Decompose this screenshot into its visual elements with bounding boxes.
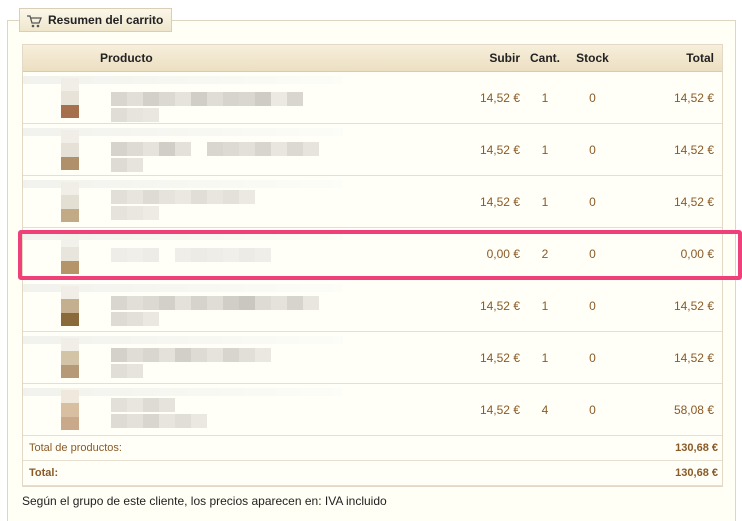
price-cell: 14,52 € <box>479 142 520 157</box>
product-thumbnail <box>61 286 79 326</box>
product-name-blurred <box>111 142 319 156</box>
qty-cell: 4 <box>541 402 549 417</box>
product-thumbnail <box>61 182 79 222</box>
col-total: Total <box>686 51 714 65</box>
col-stock: Stock <box>576 51 609 65</box>
product-name-blurred <box>111 190 255 204</box>
qty-cell: 2 <box>541 246 549 261</box>
qty-cell: 1 <box>541 142 549 157</box>
products-total-label: Total de productos: <box>29 442 122 454</box>
price-cell: 14,52 € <box>479 90 520 105</box>
cart-icon <box>26 13 42 28</box>
price-cell: 14,52 € <box>479 298 520 313</box>
stock-cell: 0 <box>589 90 596 105</box>
total-cell: 14,52 € <box>673 298 714 313</box>
total-cell: 0,00 € <box>680 246 714 261</box>
price-cell: 14,52 € <box>479 402 520 417</box>
product-name-blurred <box>111 92 303 106</box>
price-cell: 0,00 € <box>486 246 520 261</box>
product-thumbnail <box>61 234 79 274</box>
qty-cell: 1 <box>541 298 549 313</box>
stock-cell: 0 <box>589 246 596 261</box>
product-thumbnail <box>61 130 79 170</box>
product-cell <box>23 72 438 123</box>
table-row[interactable]: 14,52 € 1 0 14,52 € <box>23 332 722 384</box>
grand-total-label: Total: <box>29 467 59 479</box>
product-cell <box>23 228 438 279</box>
product-thumbnail <box>61 78 79 118</box>
products-total-row: Total de productos: 130,68 € <box>23 436 722 461</box>
product-cell <box>23 176 438 227</box>
product-cell <box>23 124 438 175</box>
col-product: Producto <box>100 51 153 65</box>
qty-cell: 1 <box>541 90 549 105</box>
product-name-blurred <box>111 296 319 310</box>
col-qty: Cant. <box>530 51 560 65</box>
total-cell: 14,52 € <box>673 194 714 209</box>
stock-cell: 0 <box>589 194 596 209</box>
qty-cell: 1 <box>541 194 549 209</box>
product-cell <box>23 384 438 435</box>
grand-total-row: Total: 130,68 € <box>23 461 722 486</box>
cart-table: Producto Subir Cant. Stock Total 14,52 €… <box>22 44 723 487</box>
product-cell <box>23 332 438 383</box>
product-cell <box>23 280 438 331</box>
table-row[interactable]: 0,00 € 2 0 0,00 € <box>23 228 722 280</box>
cart-summary-legend: Resumen del carrito <box>19 8 173 32</box>
cart-summary-title: Resumen del carrito <box>48 13 164 27</box>
table-row[interactable]: 14,52 € 1 0 14,52 € <box>23 72 722 124</box>
table-row[interactable]: 14,52 € 4 0 58,08 € <box>23 384 722 436</box>
stock-cell: 0 <box>589 350 596 365</box>
product-thumbnail <box>61 390 79 430</box>
total-cell: 58,08 € <box>673 402 714 417</box>
stock-cell: 0 <box>589 142 596 157</box>
grand-total-value: 130,68 € <box>675 467 718 479</box>
product-name-blurred <box>111 248 271 262</box>
col-price: Subir <box>489 51 520 65</box>
total-cell: 14,52 € <box>673 142 714 157</box>
table-row[interactable]: 14,52 € 1 0 14,52 € <box>23 124 722 176</box>
price-cell: 14,52 € <box>479 350 520 365</box>
stock-cell: 0 <box>589 298 596 313</box>
product-name-blurred <box>111 398 175 412</box>
product-thumbnail <box>61 338 79 378</box>
qty-cell: 1 <box>541 350 549 365</box>
table-header: Producto Subir Cant. Stock Total <box>23 45 722 72</box>
stock-cell: 0 <box>589 402 596 417</box>
table-row[interactable]: 14,52 € 1 0 14,52 € <box>23 176 722 228</box>
price-tax-note: Según el grupo de este cliente, los prec… <box>22 494 387 508</box>
total-cell: 14,52 € <box>673 350 714 365</box>
price-cell: 14,52 € <box>479 194 520 209</box>
products-total-value: 130,68 € <box>675 442 718 454</box>
product-name-blurred <box>111 348 271 362</box>
total-cell: 14,52 € <box>673 90 714 105</box>
table-row[interactable]: 14,52 € 1 0 14,52 € <box>23 280 722 332</box>
